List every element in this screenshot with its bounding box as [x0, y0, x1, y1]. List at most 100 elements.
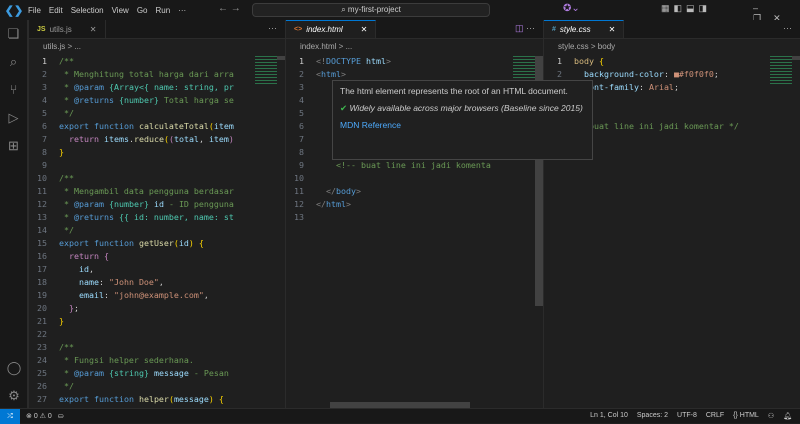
breadcrumb[interactable]: index.html > ...: [286, 39, 543, 55]
line-number: 11: [37, 186, 47, 196]
code-token: return: [69, 251, 99, 261]
more-actions-icon[interactable]: ···: [268, 23, 277, 33]
more-actions-icon[interactable]: ···: [526, 23, 535, 33]
code-token: "john@example.com": [113, 290, 204, 300]
close-tab-icon[interactable]: ✕: [90, 25, 97, 34]
code-token: item: [213, 121, 234, 131]
code-token: - Pesan: [188, 368, 229, 378]
title-bar: ❮❯ File Edit Selection View Go Run ··· ← → ⌕ m…: [0, 0, 800, 23]
line-number: 2: [42, 69, 47, 79]
code-token: {number}: [108, 199, 149, 209]
tab-index-html[interactable]: <> index.html ✕: [286, 20, 377, 38]
notifications-icon[interactable]: 🔔︎: [783, 412, 792, 420]
tab-label: style.css: [559, 25, 591, 34]
ports-icon[interactable]: ⛀: [58, 412, 64, 420]
code-token: </: [316, 199, 326, 209]
code-token: *: [59, 199, 74, 209]
menu-go[interactable]: Go: [137, 6, 148, 15]
command-center-search[interactable]: ⌕ my-first-project: [252, 3, 490, 17]
menu-selection[interactable]: Selection: [71, 6, 104, 15]
close-tab-icon[interactable]: ✕: [361, 25, 368, 34]
more-actions-icon[interactable]: ···: [783, 23, 792, 33]
code-token: id: [78, 264, 89, 274]
menu-more[interactable]: ···: [178, 6, 186, 15]
code-line: 19 email: "john@example.com",: [29, 289, 285, 302]
code-token: /**: [59, 342, 74, 352]
code-token: html: [326, 199, 346, 209]
menu-file[interactable]: File: [28, 6, 41, 15]
code-token: DOCTYPE: [326, 56, 361, 66]
source-control-icon[interactable]: ⑂: [0, 76, 27, 104]
tab-style-css[interactable]: # style.css ✕: [544, 20, 625, 38]
code-token: *: [59, 368, 74, 378]
run-debug-icon[interactable]: ▷: [0, 104, 27, 132]
customize-layout-icon[interactable]: ▦: [661, 3, 674, 13]
menu-edit[interactable]: Edit: [49, 6, 63, 15]
line-content: * Menghitung total harga dari arra: [59, 68, 234, 81]
explorer-icon[interactable]: ❏: [0, 20, 27, 48]
problems-indicator[interactable]: ⊗ 0 ⚠ 0: [26, 412, 52, 420]
code-line: 15 export function getUser(id) {: [29, 237, 285, 250]
line-content: /**: [59, 341, 74, 354]
vertical-scrollbar[interactable]: [277, 56, 285, 60]
line-ending[interactable]: CRLF: [706, 412, 724, 420]
settings-gear-icon[interactable]: ⚙: [0, 382, 28, 410]
indentation[interactable]: Spaces: 2: [637, 412, 668, 420]
breadcrumb[interactable]: utils.js > ...: [29, 39, 285, 55]
line-content: export function calculateTotal(item: [59, 120, 234, 133]
tab-utils-js[interactable]: JS utils.js ✕: [29, 20, 106, 38]
toggle-sidebar-icon[interactable]: ◧: [674, 3, 687, 13]
toggle-panel-icon[interactable]: ⬓: [686, 3, 699, 13]
code-token: <!-- buat line ini jadi komenta: [335, 160, 491, 170]
code-editor[interactable]: 1 /** 2 * Menghitung total harga dari arra…: [29, 55, 285, 408]
copilot-icon[interactable]: ✪⌄: [563, 3, 580, 14]
code-token: @returns: [74, 95, 114, 105]
minimize-icon[interactable]: –: [753, 3, 770, 13]
line-number: 12: [294, 199, 304, 209]
code-token: export: [59, 121, 89, 131]
line-content: name: "John Doe",: [59, 276, 164, 289]
back-icon[interactable]: ←: [218, 3, 228, 14]
code-token: /* buat line ini jadi komentar */: [574, 121, 739, 131]
code-line: 11 </body>: [286, 185, 543, 198]
extensions-icon[interactable]: ⊞: [0, 132, 27, 160]
toggle-secondary-sidebar-icon[interactable]: ◨: [699, 3, 712, 13]
remote-icon[interactable]: ⤮: [0, 408, 20, 424]
code-token: *: [59, 212, 74, 222]
forward-icon[interactable]: →: [231, 3, 241, 14]
copilot-status-icon[interactable]: ⚇: [768, 412, 774, 420]
tab-bar: JS utils.js ✕ ···: [29, 20, 285, 39]
line-content: email: "john@example.com",: [59, 289, 209, 302]
minimap[interactable]: [255, 56, 277, 86]
line-content: export function getUser(id) {: [59, 237, 204, 250]
line-content: /* buat line ini jadi komentar */: [574, 120, 739, 133]
line-content: * Fungsi helper sederhana.: [59, 354, 194, 367]
line-content: <!-- buat line ini jadi komenta: [316, 159, 491, 172]
code-line: 4 * @returns {number} Total harga se: [29, 94, 285, 107]
line-number: 25: [37, 368, 47, 378]
line-number: 5: [299, 108, 304, 118]
code-token: body: [574, 56, 594, 66]
close-tab-icon[interactable]: ✕: [609, 25, 616, 34]
code-line: 27 export function helper(message) {: [29, 393, 285, 406]
encoding[interactable]: UTF-8: [677, 412, 697, 420]
split-editor-icon[interactable]: ◫: [515, 23, 524, 33]
code-token: * Mengambil data pengguna berdasar: [59, 186, 234, 196]
vertical-scrollbar[interactable]: [792, 56, 800, 60]
code-line: 1 /**: [29, 55, 285, 68]
minimap[interactable]: [770, 56, 792, 86]
editor-group-index: <> index.html ✕ ◫ ··· index.html > ... 1 <!DOC…: [285, 20, 543, 408]
code-token: {: [103, 251, 109, 261]
mdn-reference-link[interactable]: MDN Reference: [340, 119, 585, 131]
account-icon[interactable]: ◯: [0, 354, 28, 382]
line-content: /**: [59, 55, 74, 68]
menu-view[interactable]: View: [112, 6, 129, 15]
tab-bar: # style.css ✕ ···: [544, 20, 800, 39]
language-mode[interactable]: {} HTML: [733, 412, 759, 420]
menu-run[interactable]: Run: [155, 6, 170, 15]
search-icon[interactable]: ⌕: [0, 48, 27, 76]
code-token: :: [103, 290, 114, 300]
breadcrumb[interactable]: style.css > body: [544, 39, 800, 55]
cursor-position[interactable]: Ln 1, Col 10: [590, 412, 628, 420]
